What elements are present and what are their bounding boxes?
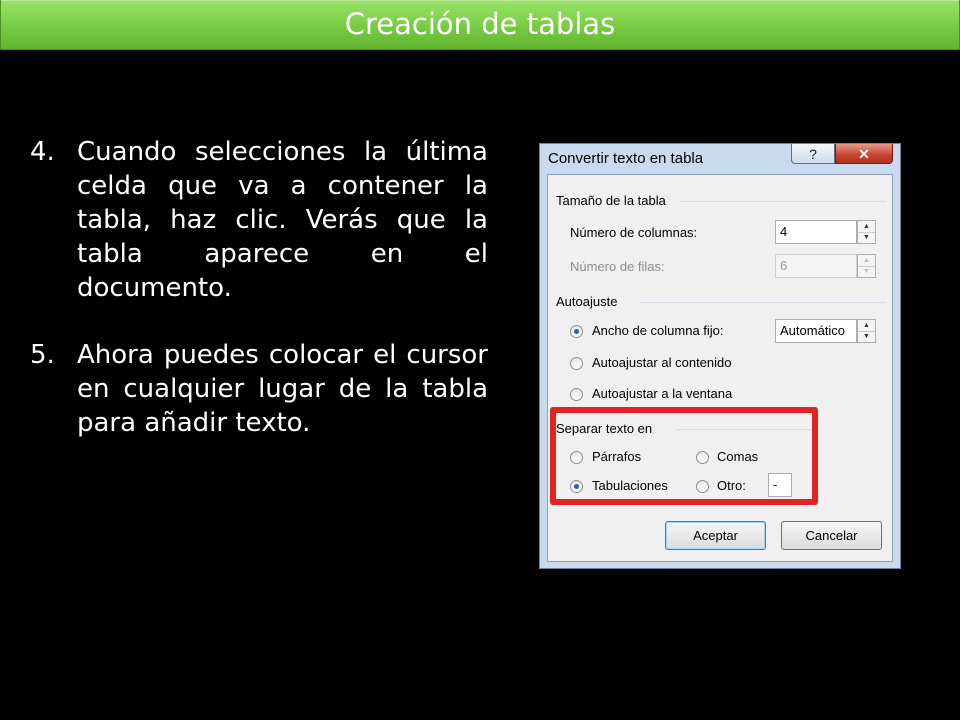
red-highlight-box — [550, 407, 818, 505]
group-title-autofit: Autoajuste — [556, 294, 618, 309]
dialog-body: Tamaño de la tabla Número de columnas: 4… — [547, 174, 893, 562]
ok-button[interactable]: Aceptar — [665, 521, 766, 550]
fixed-width-input[interactable]: Automático — [775, 319, 857, 343]
step-text: Cuando selecciones la última celda que v… — [77, 137, 488, 303]
close-button[interactable]: ✕ — [835, 144, 893, 164]
step-text: Ahora puedes colocar el cursor en cualqu… — [77, 340, 488, 438]
autofit-window-label[interactable]: Autoajustar a la ventana — [592, 386, 732, 401]
close-x-icon: ✕ — [858, 146, 870, 162]
rows-input: 6 — [775, 254, 857, 278]
columns-input[interactable]: 4 — [775, 220, 857, 244]
autofit-contents-label[interactable]: Autoajustar al contenido — [592, 355, 731, 370]
dialog-titlebar: Convertir texto en tabla ? ✕ — [540, 144, 900, 174]
radio-autofit-window[interactable] — [570, 388, 583, 401]
instruction-list: 4. Cuando selecciones la última celda qu… — [30, 135, 488, 473]
slide-title: Creación de tablas — [344, 7, 616, 41]
rows-stepper: ▲ ▼ — [857, 254, 876, 278]
dialog-title: Convertir texto en tabla — [548, 150, 704, 167]
group-divider — [640, 302, 886, 303]
spin-down-icon: ▼ — [863, 268, 870, 275]
list-item: 5. Ahora puedes colocar el cursor en cua… — [30, 338, 488, 440]
convert-text-to-table-dialog: Convertir texto en tabla ? ✕ Tamaño de l… — [539, 143, 901, 569]
title-banner: Creación de tablas — [0, 0, 960, 50]
spin-down-icon[interactable]: ▼ — [858, 331, 875, 342]
columns-stepper[interactable]: ▲ ▼ — [857, 220, 876, 244]
group-title-table-size: Tamaño de la tabla — [556, 193, 666, 208]
step-number: 5. — [30, 340, 55, 370]
list-item: 4. Cuando selecciones la última celda qu… — [30, 135, 488, 305]
radio-autofit-contents[interactable] — [570, 357, 583, 370]
help-button[interactable]: ? — [791, 144, 835, 164]
cancel-button[interactable]: Cancelar — [781, 521, 882, 550]
question-mark-icon: ? — [809, 146, 817, 162]
fixed-width-stepper[interactable]: ▲ ▼ — [857, 319, 876, 343]
rows-label: Número de filas: — [570, 259, 665, 274]
fixed-width-label[interactable]: Ancho de columna fijo: — [592, 323, 724, 338]
spin-down-icon[interactable]: ▼ — [858, 232, 875, 243]
radio-selected-dot — [574, 329, 579, 334]
step-number: 4. — [30, 137, 55, 167]
radio-fixed-width[interactable] — [570, 325, 583, 338]
group-divider — [680, 201, 886, 202]
columns-label: Número de columnas: — [570, 225, 698, 240]
